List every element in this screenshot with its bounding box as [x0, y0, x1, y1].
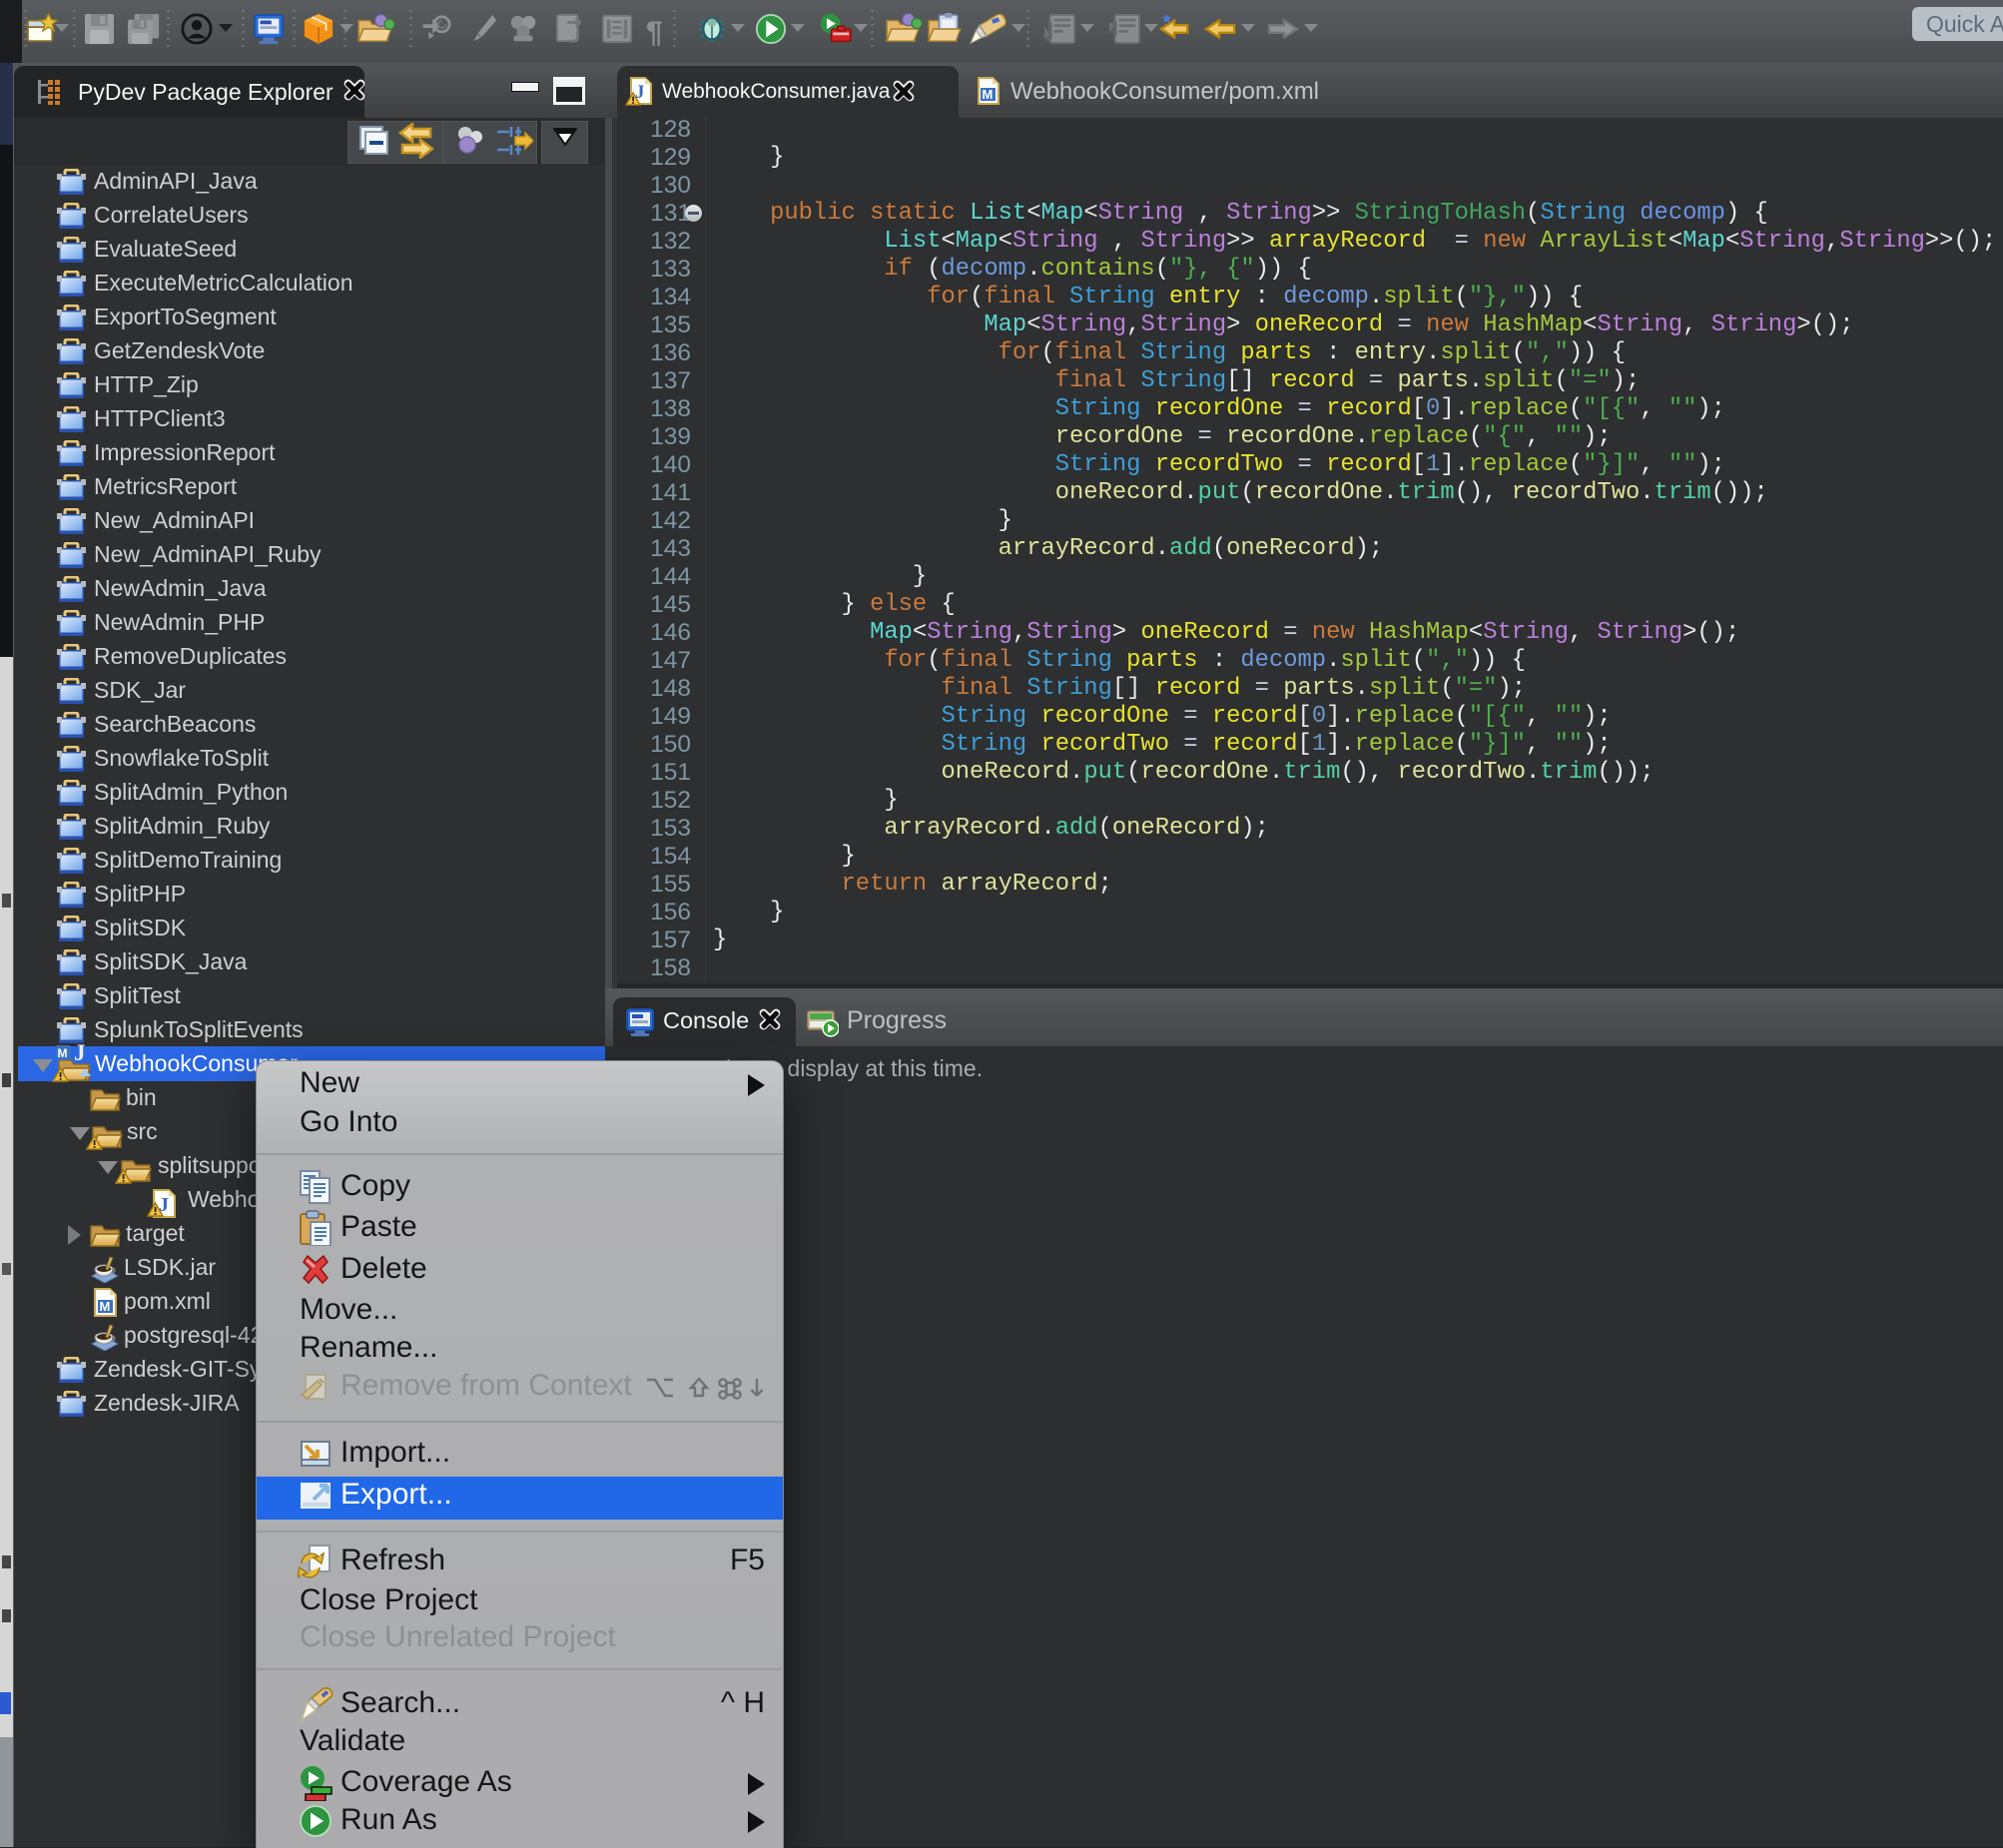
svg-text:M: M [58, 1046, 68, 1060]
svg-text:M: M [100, 1299, 111, 1314]
svg-text:M: M [983, 87, 994, 102]
